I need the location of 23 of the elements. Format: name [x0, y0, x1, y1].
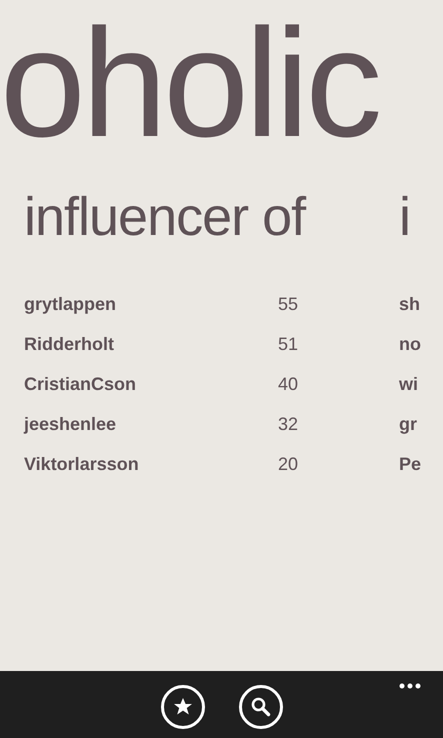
- user-name[interactable]: Viktorlarsson: [24, 454, 278, 474]
- page-title: oholic: [0, 6, 378, 160]
- star-icon: [172, 697, 192, 717]
- user-name[interactable]: Ridderholt: [24, 334, 278, 354]
- user-name[interactable]: grytlappen: [24, 294, 278, 314]
- user-name[interactable]: no: [399, 334, 421, 354]
- influence-count: 55: [278, 294, 298, 314]
- section-header: influencer of: [24, 190, 306, 244]
- user-name[interactable]: Pe: [399, 454, 422, 474]
- search-button[interactable]: [238, 685, 282, 729]
- user-name[interactable]: jeeshenlee: [24, 414, 278, 434]
- section-header: i: [399, 190, 410, 244]
- more-icon[interactable]: [399, 683, 421, 689]
- user-name[interactable]: gr: [399, 414, 417, 434]
- influence-count: 32: [278, 414, 298, 434]
- user-name[interactable]: CristianCson: [24, 374, 278, 394]
- favorite-button[interactable]: [160, 685, 204, 729]
- influence-count: 20: [278, 454, 298, 474]
- user-name[interactable]: wi: [399, 374, 418, 394]
- influence-count: 51: [278, 334, 298, 354]
- user-name[interactable]: sh: [399, 294, 420, 314]
- influence-count: 40: [278, 374, 298, 394]
- search-icon: [250, 696, 272, 718]
